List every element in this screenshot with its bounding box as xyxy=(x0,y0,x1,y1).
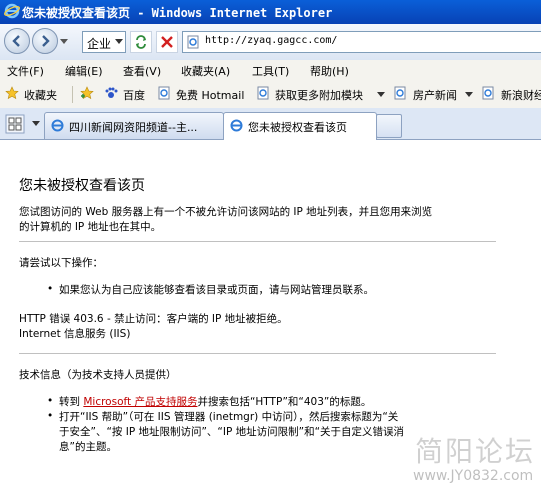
error-line-1: HTTP 错误 403.6 - 禁止访问：客户端的 IP 地址被拒绝。 xyxy=(19,313,288,325)
page-icon xyxy=(394,86,406,100)
address-toolbar: 企业 http://zyaq.gagcc.com/ xyxy=(0,24,541,61)
chevron-down-icon xyxy=(115,39,123,44)
error-line-2: Internet 信息服务 (IIS) xyxy=(19,328,131,340)
quick-tabs-icon[interactable] xyxy=(5,114,25,134)
watermark-text: 简阳论坛 xyxy=(415,435,536,468)
tab-unauthorized[interactable]: 您未被授权查看该页 xyxy=(223,112,377,140)
ie-page-icon xyxy=(51,119,64,132)
link-addons[interactable]: 获取更多附加模块 xyxy=(275,87,363,103)
refresh-icon xyxy=(136,35,146,49)
baidu-icon xyxy=(105,87,118,98)
intro-line-2: 的计算机的 IP 地址也在其中。 xyxy=(19,221,162,233)
tech-item-2c: 息”的主题。 xyxy=(59,441,117,453)
tech-item-1: 转到 Microsoft 产品支持服务并搜索包括“HTTP”和“403”的标题。 xyxy=(59,395,371,410)
menu-file[interactable]: 文件(F) xyxy=(7,63,44,79)
add-favorite-icon[interactable] xyxy=(80,86,94,100)
links-bar: 收藏夹 百度 免费 Hotmail 获取更多附加模块 房产新闻 新浪财经 xyxy=(0,81,541,109)
back-arrow-icon xyxy=(12,35,20,47)
tech-item-1-pre: 转到 xyxy=(59,396,84,408)
bullet: • xyxy=(47,410,54,422)
page-icon xyxy=(257,86,269,100)
ie-logo-icon xyxy=(4,3,20,19)
tech-item-2b: 于安全”、“按 IP 地址限制访问”、“IP 地址访问限制”和“关于自定义错误消 xyxy=(59,426,405,438)
link-baidu[interactable]: 百度 xyxy=(123,87,145,103)
link-hotmail[interactable]: 免费 Hotmail xyxy=(176,87,244,103)
ms-support-link[interactable]: Microsoft 产品支持服务 xyxy=(83,396,197,408)
chevron-down-icon[interactable] xyxy=(465,92,473,98)
tab-sichuan-news[interactable]: 四川新闻网资阳频道--主... xyxy=(44,112,224,139)
window-title: 您未被授权查看该页 - Windows Internet Explorer xyxy=(22,6,333,20)
stop-button[interactable] xyxy=(156,31,178,53)
address-url: http://zyaq.gagcc.com/ xyxy=(205,35,338,46)
menu-tools[interactable]: 工具(T) xyxy=(252,63,289,79)
chevron-down-icon[interactable] xyxy=(377,92,385,98)
search-combo[interactable]: 企业 xyxy=(82,31,126,53)
window-titlebar: 您未被授权查看该页 - Windows Internet Explorer xyxy=(0,0,541,24)
tab-label: 您未被授权查看该页 xyxy=(248,121,347,134)
bullet: • xyxy=(47,283,54,295)
link-house-news[interactable]: 房产新闻 xyxy=(413,87,457,103)
address-field[interactable]: http://zyaq.gagcc.com/ xyxy=(182,31,541,53)
refresh-button[interactable] xyxy=(130,31,152,53)
bullet: • xyxy=(47,395,54,407)
menu-favorites[interactable]: 收藏夹(A) xyxy=(181,63,230,79)
divider xyxy=(19,241,496,242)
back-button[interactable] xyxy=(4,28,30,54)
ie-page-icon xyxy=(230,119,243,132)
menu-edit[interactable]: 编辑(E) xyxy=(65,63,103,79)
new-tab-button[interactable] xyxy=(376,114,402,138)
menu-view[interactable]: 查看(V) xyxy=(123,63,161,79)
divider xyxy=(19,353,496,354)
star-icon xyxy=(5,86,19,100)
page-title: 您未被授权查看该页 xyxy=(19,178,145,194)
page-icon xyxy=(482,86,494,100)
divider xyxy=(72,86,73,103)
tab-bar: 四川新闻网资阳频道--主... 您未被授权查看该页 xyxy=(0,108,541,140)
intro-line-1: 您试图访问的 Web 服务器上有一个不被允许访问该网站的 IP 地址列表，并且您… xyxy=(19,206,433,218)
tech-item-1-post: 并搜索包括“HTTP”和“403”的标题。 xyxy=(197,396,372,408)
tech-heading: 技术信息（为技术支持人员提供） xyxy=(19,369,177,381)
forward-button[interactable] xyxy=(32,28,58,54)
page-content: 您未被授权查看该页 您试图访问的 Web 服务器上有一个不被允许访问该网站的 I… xyxy=(0,140,541,490)
page-icon xyxy=(187,35,199,49)
page-icon xyxy=(158,86,170,100)
menu-help[interactable]: 帮助(H) xyxy=(310,63,349,79)
menu-bar: 文件(F) 编辑(E) 查看(V) 收藏夹(A) 工具(T) 帮助(H) xyxy=(0,60,541,82)
stop-icon xyxy=(161,36,173,48)
history-dropdown-icon[interactable] xyxy=(60,37,68,45)
link-sina-finance[interactable]: 新浪财经 xyxy=(501,87,541,103)
tab-list-dropdown-icon[interactable] xyxy=(32,121,40,126)
search-combo-value: 企业 xyxy=(87,37,112,51)
try-item: 如果您认为自己应该能够查看该目录或页面，请与网站管理员联系。 xyxy=(59,284,374,296)
forward-arrow-icon xyxy=(42,35,50,47)
tech-item-2a: 打开“IIS 帮助”（可在 IIS 管理器 (inetmgr) 中访问），然后搜… xyxy=(59,411,399,423)
watermark: 简阳论坛 www.JY0832.com xyxy=(405,430,541,490)
tab-label: 四川新闻网资阳频道--主... xyxy=(69,121,198,134)
try-heading: 请尝试以下操作： xyxy=(19,257,103,269)
watermark-url: www.JY0832.com xyxy=(413,468,534,484)
favorites-button[interactable]: 收藏夹 xyxy=(24,87,57,103)
